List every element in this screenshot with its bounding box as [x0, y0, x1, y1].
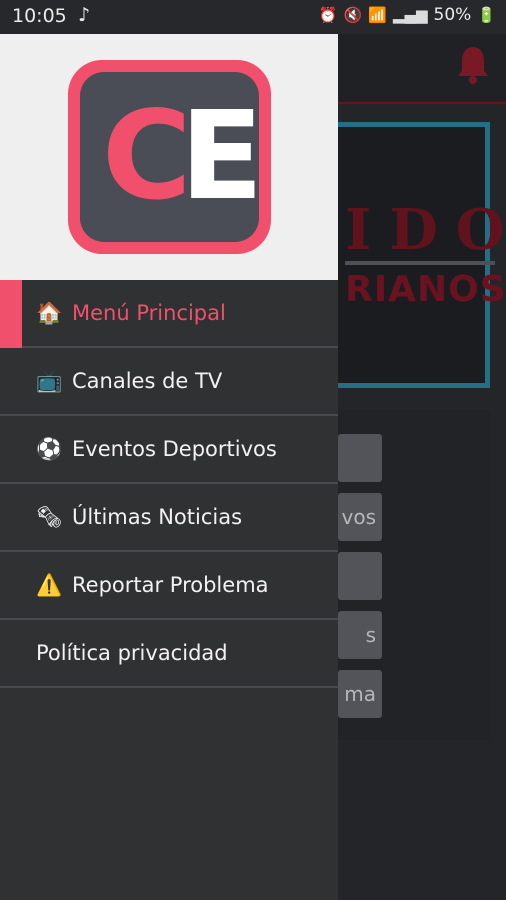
logo-inner: C E: [80, 72, 263, 242]
battery-percent: 50%: [433, 5, 472, 25]
navigation-drawer: C E 🏠 Menú Principal 📺 Canales de TV ⚽ E…: [0, 34, 338, 900]
status-icons: ⏰ 🔇 📶 ▂▄▆ 50% 🔋: [319, 5, 496, 25]
menu-item-label: Política privacidad: [36, 641, 228, 665]
drawer-menu: 🏠 Menú Principal 📺 Canales de TV ⚽ Event…: [0, 280, 338, 688]
mute-icon: 🔇: [343, 6, 363, 24]
battery-icon: 🔋: [477, 6, 496, 24]
warning-icon: ⚠️: [36, 572, 63, 597]
logo-letter-e: E: [180, 85, 264, 227]
wifi-icon: 📶: [368, 6, 387, 24]
menu-item-eventos-deportivos[interactable]: ⚽ Eventos Deportivos: [0, 416, 338, 484]
menu-item-reportar-problema[interactable]: ⚠️ Reportar Problema: [0, 552, 338, 620]
menu-item-principal[interactable]: 🏠 Menú Principal: [0, 280, 338, 348]
signal-icon: ▂▄▆: [392, 6, 428, 24]
music-icon: ♪: [78, 4, 91, 26]
logo-letter-c: C: [102, 85, 192, 227]
active-indicator: [0, 280, 22, 348]
menu-item-label: Canales de TV: [72, 369, 223, 393]
soccer-ball-icon: ⚽: [36, 436, 63, 461]
status-time: 10:05: [12, 5, 67, 27]
alarm-icon: ⏰: [318, 6, 338, 24]
newspaper-icon: 🗞: [36, 504, 63, 529]
menu-item-label: Eventos Deportivos: [72, 437, 277, 461]
menu-item-label: Menú Principal: [72, 301, 226, 325]
status-bar: 10:05 ♪ ⏰ 🔇 📶 ▂▄▆ 50% 🔋: [0, 0, 506, 34]
menu-item-label: Reportar Problema: [72, 573, 269, 597]
menu-item-politica-privacidad[interactable]: Política privacidad: [0, 620, 338, 688]
menu-item-label: Últimas Noticias: [72, 505, 243, 529]
house-icon: 🏠: [36, 300, 63, 325]
app-logo: C E: [68, 60, 271, 254]
menu-item-ultimas-noticias[interactable]: 🗞 Últimas Noticias: [0, 484, 338, 552]
menu-item-canales-tv[interactable]: 📺 Canales de TV: [0, 348, 338, 416]
drawer-header: C E: [0, 34, 338, 280]
tv-icon: 📺: [36, 368, 63, 393]
